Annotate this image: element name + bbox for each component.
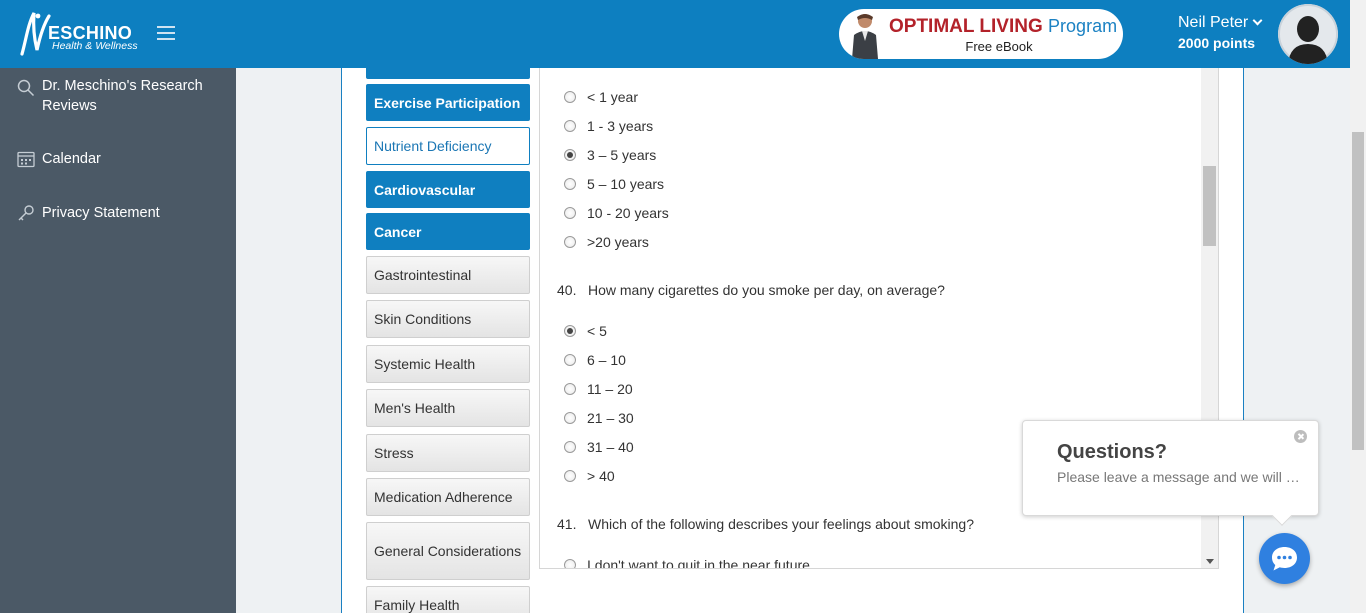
chat-bubble-icon: [1272, 547, 1297, 571]
category-general-considerations[interactable]: General Considerations: [366, 522, 530, 580]
m-logo-icon: [20, 12, 51, 56]
option-label: >20 years: [587, 234, 649, 250]
option-label: 10 - 20 years: [587, 205, 669, 221]
chat-title: Questions?: [1057, 441, 1168, 463]
user-avatar-icon: [1278, 4, 1338, 64]
radio-button[interactable]: [564, 470, 576, 482]
ebook-program: Program: [1048, 16, 1118, 36]
radio-button-selected[interactable]: [564, 149, 576, 161]
sidebar-item-research-reviews[interactable]: Dr. Meschino's Research Reviews: [0, 76, 236, 120]
radio-button[interactable]: [564, 91, 576, 103]
option-label: 5 – 10 years: [587, 176, 665, 192]
question-number: 40.: [557, 282, 577, 298]
q39-option[interactable]: 5 – 10 years: [564, 174, 664, 194]
chat-popup-tail: [1272, 506, 1292, 526]
q39-option[interactable]: >20 years: [564, 232, 649, 252]
radio-button[interactable]: [564, 559, 576, 568]
calendar-icon: [17, 151, 35, 168]
option-label: I don't want to quit in the near future: [587, 557, 810, 568]
question-40: 40. How many cigarettes do you smoke per …: [557, 282, 945, 298]
q39-option[interactable]: 10 - 20 years: [564, 203, 669, 223]
sidebar-item-label: Calendar: [42, 151, 101, 167]
question-number: 41.: [557, 516, 577, 532]
category-skin-conditions[interactable]: Skin Conditions: [366, 300, 530, 338]
q40-option[interactable]: 21 – 30: [564, 408, 634, 428]
questions-scrollbar-thumb[interactable]: [1203, 166, 1216, 246]
option-label: 21 – 30: [587, 410, 634, 426]
page-scrollbar[interactable]: [1350, 0, 1366, 613]
q40-option[interactable]: 11 – 20: [564, 379, 633, 399]
category-mens-health[interactable]: Men's Health: [366, 389, 530, 427]
key-icon: [18, 205, 34, 221]
q40-option[interactable]: > 40: [564, 466, 615, 486]
q39-option[interactable]: 1 - 3 years: [564, 116, 653, 136]
menu-toggle-icon[interactable]: [157, 26, 175, 40]
ebook-banner[interactable]: OPTIMAL LIVING Program Free eBook: [839, 9, 1123, 59]
category-systemic-health[interactable]: Systemic Health: [366, 345, 530, 383]
radio-button[interactable]: [564, 236, 576, 248]
category-cancer[interactable]: Cancer: [366, 213, 530, 250]
option-label: > 40: [587, 468, 615, 484]
option-label: < 1 year: [587, 89, 638, 105]
user-points: 2000 points: [1178, 35, 1256, 51]
category-family-health[interactable]: Family Health: [366, 586, 530, 613]
radio-button[interactable]: [564, 383, 576, 395]
question-text: How many cigarettes do you smoke per day…: [588, 282, 945, 298]
top-header: ESCHINO Health & Wellness OPTIMAL LIVING…: [0, 0, 1350, 68]
category-cardiovascular[interactable]: Cardiovascular: [366, 171, 530, 208]
sidebar-item-label: Dr. Meschino's Research Reviews: [42, 78, 203, 114]
radio-button[interactable]: [564, 354, 576, 366]
q40-option[interactable]: 31 – 40: [564, 437, 634, 457]
category-nutrient-deficiency[interactable]: Nutrient Deficiency: [366, 127, 530, 165]
chat-popup[interactable]: Questions? Please leave a message and we…: [1022, 420, 1319, 526]
close-icon[interactable]: [1294, 430, 1307, 443]
option-label: 6 – 10: [587, 352, 626, 368]
chat-message: Please leave a message and we will help …: [1057, 469, 1302, 485]
category-gastrointestinal[interactable]: Gastrointestinal: [366, 256, 530, 294]
radio-button[interactable]: [564, 207, 576, 219]
chat-button[interactable]: [1259, 533, 1310, 584]
category-exercise-participation[interactable]: Exercise Participation: [366, 84, 530, 121]
user-name: Neil Peter: [1178, 14, 1249, 31]
radio-button[interactable]: [564, 120, 576, 132]
q40-option[interactable]: < 5: [564, 321, 607, 341]
q39-option[interactable]: < 1 year: [564, 87, 638, 107]
chevron-down-icon: [1252, 15, 1263, 26]
sidebar: Dr. Meschino's Research Reviews Calendar…: [0, 68, 236, 613]
question-41: 41. Which of the following describes your…: [557, 516, 974, 532]
radio-button-selected[interactable]: [564, 325, 576, 337]
option-label: 1 - 3 years: [587, 118, 654, 134]
q39-option[interactable]: 3 – 5 years: [564, 145, 656, 165]
q41-option[interactable]: I don't want to quit in the near future: [564, 555, 810, 568]
radio-button[interactable]: [564, 441, 576, 453]
sidebar-item-label: Privacy Statement: [42, 205, 160, 221]
page-scrollbar-thumb[interactable]: [1352, 132, 1364, 450]
radio-button[interactable]: [564, 178, 576, 190]
option-label: 31 – 40: [587, 439, 634, 455]
option-label: 11 – 20: [587, 381, 633, 397]
sidebar-item-calendar[interactable]: Calendar: [0, 148, 236, 172]
question-text: Which of the following describes your fe…: [588, 516, 974, 532]
meschino-logo[interactable]: ESCHINO Health & Wellness: [18, 10, 148, 56]
ebook-title: OPTIMAL LIVING Program: [889, 16, 1118, 37]
sidebar-item-privacy-statement[interactable]: Privacy Statement: [0, 202, 236, 226]
radio-button[interactable]: [564, 412, 576, 424]
search-icon: [17, 79, 35, 97]
category-button[interactable]: [366, 60, 530, 79]
brand-tagline: Health & Wellness: [52, 40, 138, 52]
scroll-down-arrow-icon[interactable]: [1206, 559, 1214, 564]
q40-option[interactable]: 6 – 10: [564, 350, 626, 370]
user-menu[interactable]: Neil Peter 2000 points: [1178, 14, 1263, 51]
option-label: < 5: [587, 323, 607, 339]
ebook-subtitle: Free eBook: [965, 39, 1033, 54]
avatar[interactable]: [1278, 4, 1338, 64]
category-stress[interactable]: Stress: [366, 434, 530, 472]
category-medication-adherence[interactable]: Medication Adherence: [366, 478, 530, 516]
option-label: 3 – 5 years: [587, 147, 657, 163]
q41-clip: I don't want to quit in the near future: [540, 555, 1201, 568]
